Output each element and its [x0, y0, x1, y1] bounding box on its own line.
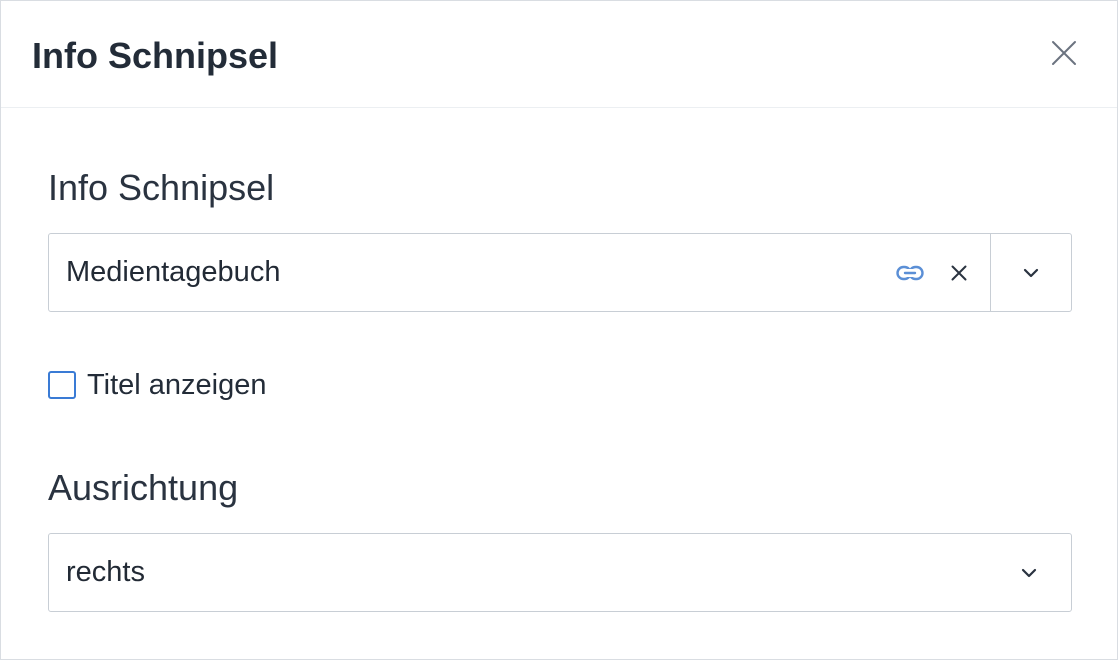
chevron-down-icon [1021, 568, 1037, 577]
show-title-label: Titel anzeigen [87, 368, 267, 401]
snippet-dropdown-button[interactable] [991, 234, 1071, 311]
info-snippet-dialog: Info Schnipsel Info Schnipsel Medientage… [0, 0, 1118, 660]
close-icon [1052, 41, 1076, 65]
dialog-header: Info Schnipsel [1, 1, 1117, 108]
show-title-row[interactable]: Titel anzeigen [48, 367, 266, 403]
clear-selection-button[interactable] [944, 258, 974, 288]
alignment-select-value: rechts [66, 556, 145, 588]
snippet-select-value: Medientagebuch [66, 256, 281, 288]
alignment-field-label: Ausrichtung [48, 467, 239, 508]
chevron-down-icon [1023, 268, 1039, 277]
alignment-select[interactable]: rechts [48, 533, 1072, 612]
snippet-field-label: Info Schnipsel [48, 167, 275, 208]
show-title-checkbox[interactable] [48, 371, 76, 399]
close-button[interactable] [1047, 36, 1081, 70]
link-icon [896, 265, 924, 281]
clear-icon [951, 265, 967, 281]
link-button[interactable] [895, 258, 925, 288]
alignment-dropdown-button[interactable] [999, 534, 1059, 611]
snippet-select[interactable]: Medientagebuch [48, 233, 1072, 312]
dialog-title: Info Schnipsel [32, 35, 279, 76]
